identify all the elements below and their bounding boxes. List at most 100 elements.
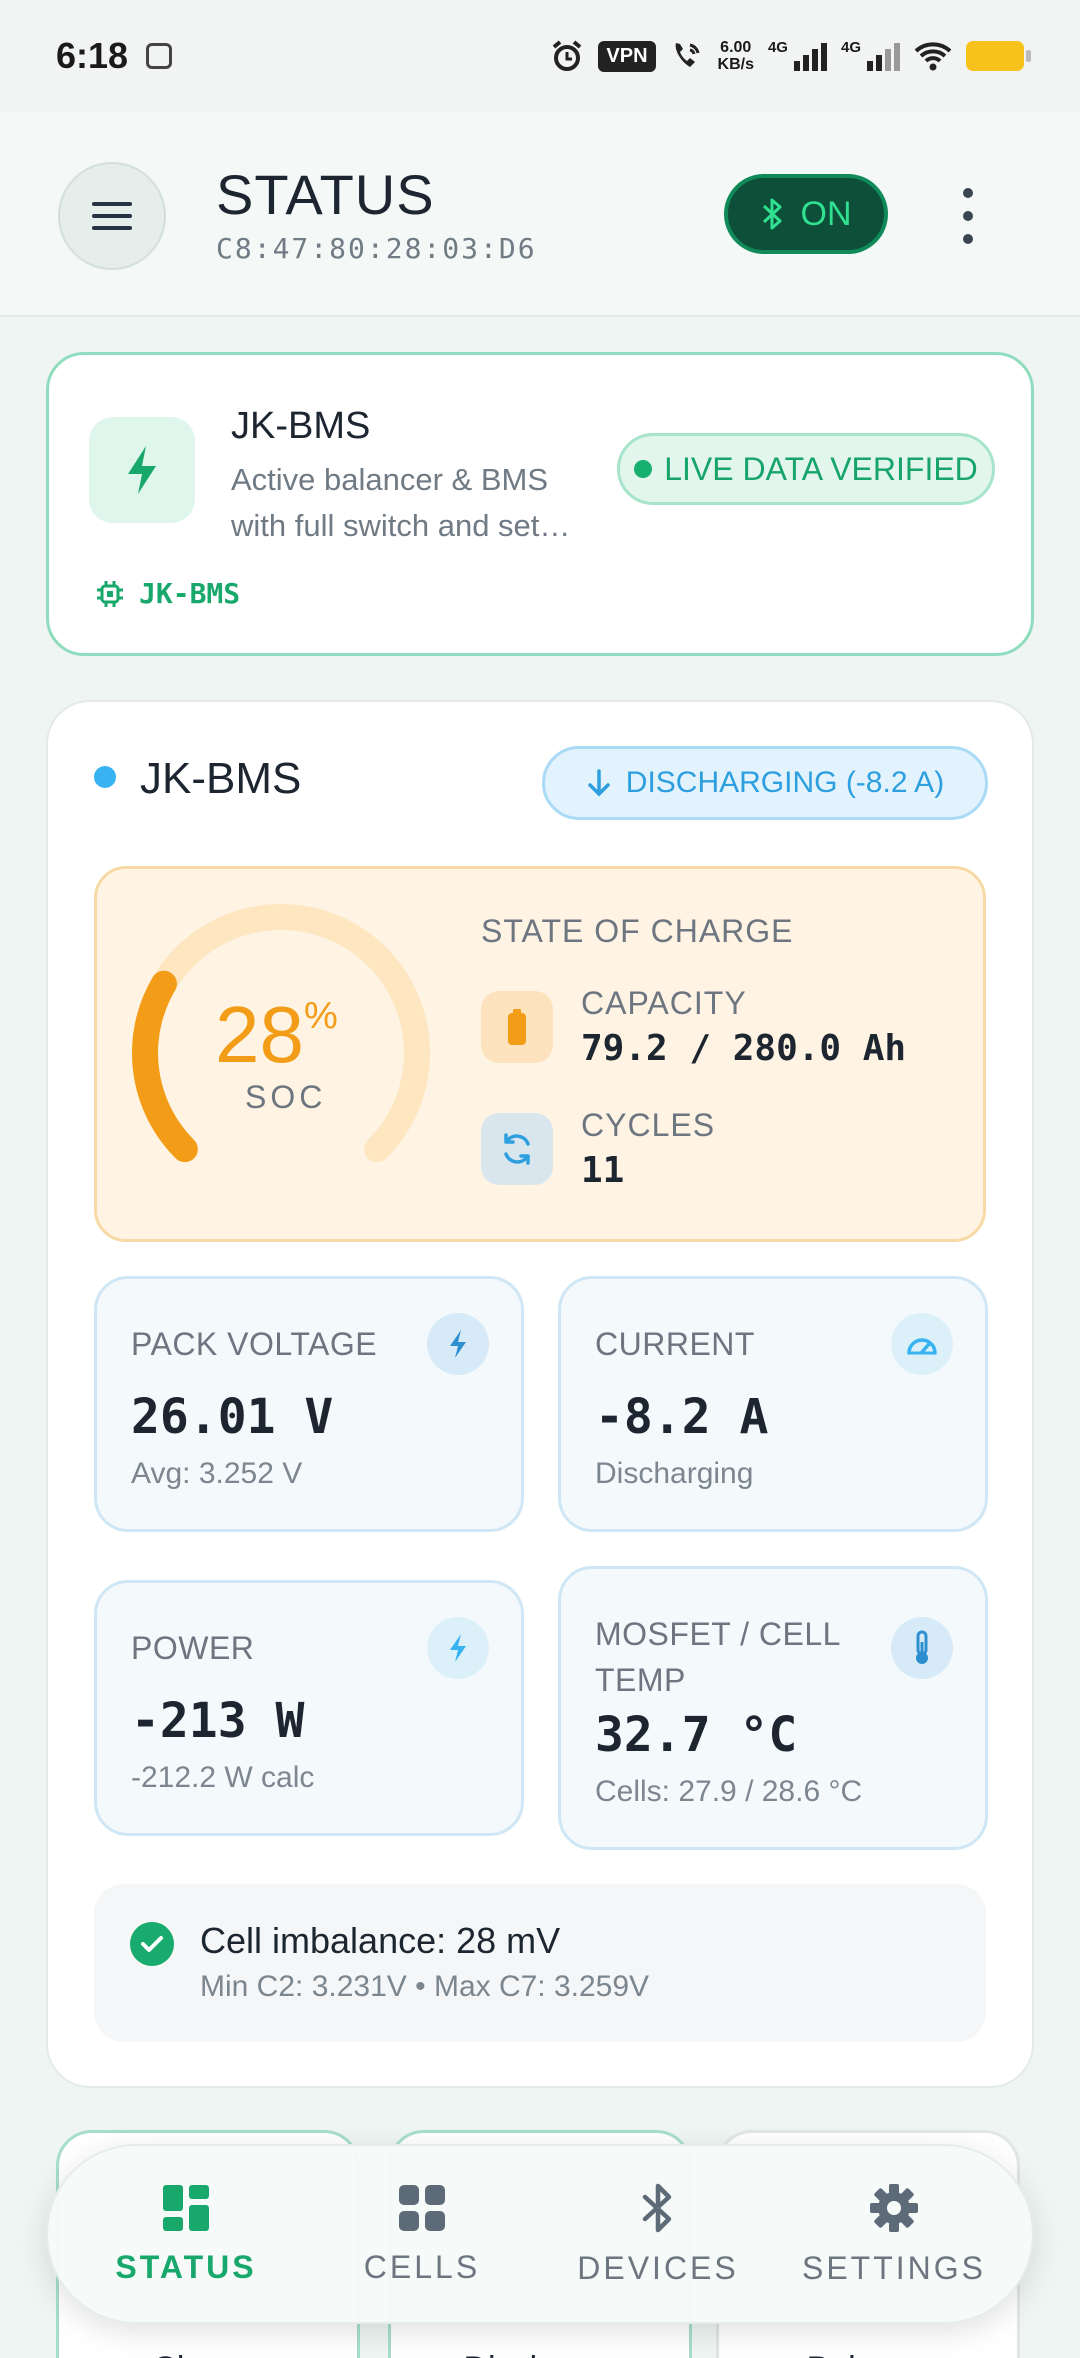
live-data-label: LIVE DATA VERIFIED <box>664 450 978 487</box>
power-card: POWER -213 W -212.2 W calc <box>94 1580 524 1836</box>
bluetooth-icon <box>762 198 781 230</box>
pack-voltage-value: 26.01 V <box>131 1389 334 1445</box>
battery-card-title: JK-BMS <box>140 754 302 803</box>
balance-switch-label: Balance <box>719 2350 1017 2358</box>
network-type-2: 4G <box>840 39 861 56</box>
chip-icon <box>97 580 123 607</box>
arrow-down-icon <box>588 769 610 797</box>
alarm-icon <box>553 40 582 71</box>
bluetooth-toggle-label: ON <box>800 194 852 233</box>
temperature-sub: Cells: 27.9 / 28.6 °C <box>595 1775 863 1808</box>
device-description-line: Active balancer & BMS <box>231 462 549 497</box>
network-speed: 6.00 KB/s <box>718 39 754 73</box>
device-type-chip: JK-BMS <box>95 577 240 610</box>
pack-voltage-card: PACK VOLTAGE 26.01 V Avg: 3.252 V <box>94 1276 524 1532</box>
gear-icon <box>870 2183 918 2232</box>
refresh-icon <box>481 1113 553 1185</box>
capacity-value: 79.2 / 280.0 Ah <box>581 1028 907 1069</box>
capacity-label: CAPACITY <box>581 985 747 1021</box>
temperature-label: MOSFET / CELL TEMP <box>595 1611 841 1703</box>
current-sub: Discharging <box>595 1457 754 1490</box>
current-label: CURRENT <box>595 1326 755 1362</box>
grid-icon <box>163 2184 209 2231</box>
bluetooth-toggle[interactable]: ON <box>724 174 888 254</box>
system-status-bar: 6:18 VPN 6.00 KB/s 4G 4G <box>0 0 1080 112</box>
notification-icon <box>146 43 173 69</box>
temperature-card: MOSFET / CELL TEMP 32.7 °C Cells: 27.9 /… <box>558 1566 988 1850</box>
lightning-icon <box>427 1313 489 1375</box>
soc-heading: STATE OF CHARGE <box>481 913 794 949</box>
soc-gauge-fill <box>132 970 198 1163</box>
device-name: JK-BMS <box>231 405 371 447</box>
cells-icon <box>399 2184 445 2231</box>
cycles-row: CYCLES 11 <box>481 1107 715 1191</box>
cycles-value: 11 <box>581 1150 625 1191</box>
power-sub: -212.2 W calc <box>131 1761 315 1794</box>
wifi-icon <box>914 42 952 71</box>
current-value: -8.2 A <box>595 1389 769 1445</box>
soc-panel: 28% SOC STATE OF CHARGE CAPACITY 79.2 / … <box>94 866 986 1242</box>
pack-voltage-label: PACK VOLTAGE <box>131 1326 378 1362</box>
cycles-label: CYCLES <box>581 1107 716 1143</box>
overflow-menu-icon[interactable] <box>958 188 978 244</box>
tab-devices[interactable]: DEVICES <box>548 2182 768 2287</box>
charge-switch-label: Charge <box>59 2350 357 2358</box>
cell-imbalance-detail: Min C2: 3.231V • Max C7: 3.259V <box>200 1970 650 2003</box>
lightning-icon <box>89 417 195 523</box>
tab-settings-label: SETTINGS <box>801 2249 986 2286</box>
tab-status[interactable]: STATUS <box>76 2183 296 2286</box>
check-circle-icon <box>130 1922 174 1966</box>
thermometer-icon <box>891 1617 953 1679</box>
temperature-value: 32.7 °C <box>595 1707 798 1763</box>
signal-icon-2 <box>867 41 900 71</box>
app-header: STATUS C8:47:80:28:03:D6 ON <box>0 112 1080 317</box>
discharge-switch-label: Discharge <box>391 2350 689 2358</box>
battery-status-card: JK-BMS DISCHARGING (-8.2 A) 28% SOC STAT… <box>46 700 1034 2088</box>
device-type-label: JK-BMS <box>139 577 241 610</box>
menu-button[interactable] <box>58 162 166 270</box>
vpn-badge: VPN <box>598 40 656 72</box>
live-data-badge: LIVE DATA VERIFIED <box>617 433 995 505</box>
page-title: STATUS <box>216 163 435 226</box>
temperature-label-line: TEMP <box>595 1662 686 1698</box>
bottom-tab-bar: STATUS CELLS DEVICES SETTINGS <box>46 2144 1034 2324</box>
device-mac-address: C8:47:80:28:03:D6 <box>216 232 537 265</box>
lightning-icon <box>427 1617 489 1679</box>
battery-icon <box>966 41 1031 71</box>
menu-icon-line <box>92 214 132 218</box>
battery-icon <box>481 991 553 1063</box>
current-card: CURRENT -8.2 A Discharging <box>558 1276 988 1532</box>
temperature-label-line: MOSFET / CELL <box>595 1616 841 1652</box>
live-dot-icon <box>634 460 653 478</box>
soc-number: 28 <box>215 990 304 1079</box>
device-card[interactable]: JK-BMS Active balancer & BMS with full s… <box>46 352 1034 656</box>
cell-imbalance-row: Cell imbalance: 28 mV Min C2: 3.231V • M… <box>94 1884 986 2042</box>
tab-devices-label: DEVICES <box>577 2249 739 2286</box>
capacity-row: CAPACITY 79.2 / 280.0 Ah <box>481 985 906 1069</box>
status-icons: VPN 6.00 KB/s 4G 4G <box>550 39 1031 73</box>
speedometer-icon <box>891 1313 953 1375</box>
soc-value: 28% <box>215 989 338 1081</box>
soc-unit: % <box>303 995 338 1037</box>
tab-settings[interactable]: SETTINGS <box>784 2182 1004 2287</box>
cell-imbalance-title: Cell imbalance: 28 mV <box>200 1920 561 1961</box>
menu-icon-line <box>92 226 132 230</box>
device-description: Active balancer & BMS with full switch a… <box>231 457 603 549</box>
net-speed-unit: KB/s <box>717 56 754 73</box>
soc-label: SOC <box>245 1079 327 1115</box>
tab-cells[interactable]: CELLS <box>312 2183 532 2286</box>
bluetooth-icon <box>642 2183 672 2232</box>
network-type-1: 4G <box>767 39 788 56</box>
charge-state-badge: DISCHARGING (-8.2 A) <box>542 746 988 820</box>
net-speed-value: 6.00 <box>720 39 752 56</box>
power-value: -213 W <box>131 1693 305 1749</box>
charge-state-label: DISCHARGING (-8.2 A) <box>625 766 945 799</box>
wifi-call-icon <box>675 43 699 67</box>
tab-cells-label: CELLS <box>363 2248 481 2285</box>
signal-icon-1 <box>793 41 827 71</box>
status-dot-icon <box>94 766 116 788</box>
menu-icon-line <box>92 202 132 206</box>
pack-voltage-sub: Avg: 3.252 V <box>131 1457 303 1490</box>
tab-status-label: STATUS <box>115 2248 257 2285</box>
clock: 6:18 <box>56 35 129 76</box>
